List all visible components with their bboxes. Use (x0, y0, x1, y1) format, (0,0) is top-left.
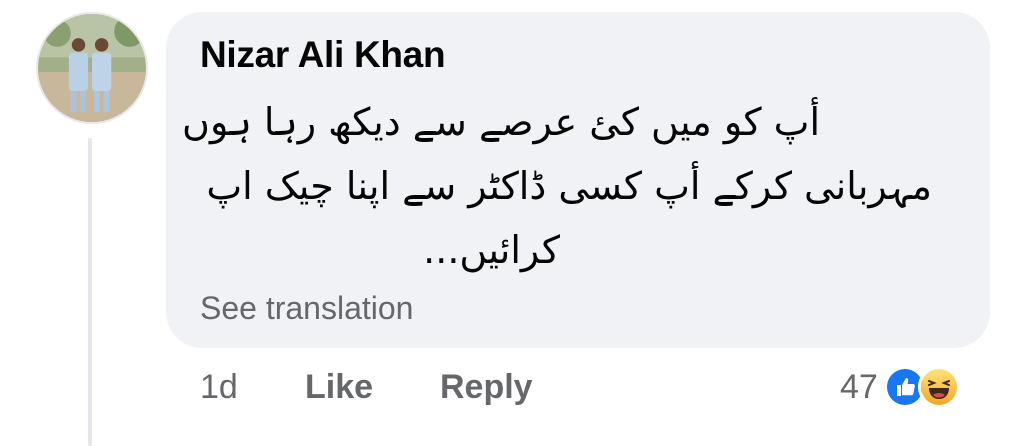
reaction-count: 47 (840, 367, 878, 406)
see-translation-link[interactable]: See translation (200, 290, 413, 327)
reply-button[interactable]: Reply (440, 368, 533, 407)
comment-text-line-3: کرائیں... (423, 228, 560, 272)
like-button[interactable]: Like (305, 368, 373, 407)
reaction-summary[interactable]: 47 (840, 362, 960, 412)
avatar[interactable] (36, 12, 148, 124)
thread-line (88, 138, 92, 446)
comment-timestamp[interactable]: 1d (200, 368, 238, 407)
profile-photo (38, 14, 146, 122)
haha-icon (917, 366, 960, 408)
comment-text-line-2: مہربانی کرکے أپ کسی ڈاکٹر سے اپنا چیک اپ (206, 164, 932, 208)
comment-thread: Nizar Ali Khan أپ کو میں کئ عرصے سے دیکھ… (0, 0, 1024, 446)
comment-text-line-1: أپ کو میں کئ عرصے سے دیکھ رہا ہوں (182, 100, 820, 144)
comment-author[interactable]: Nizar Ali Khan (200, 34, 446, 76)
